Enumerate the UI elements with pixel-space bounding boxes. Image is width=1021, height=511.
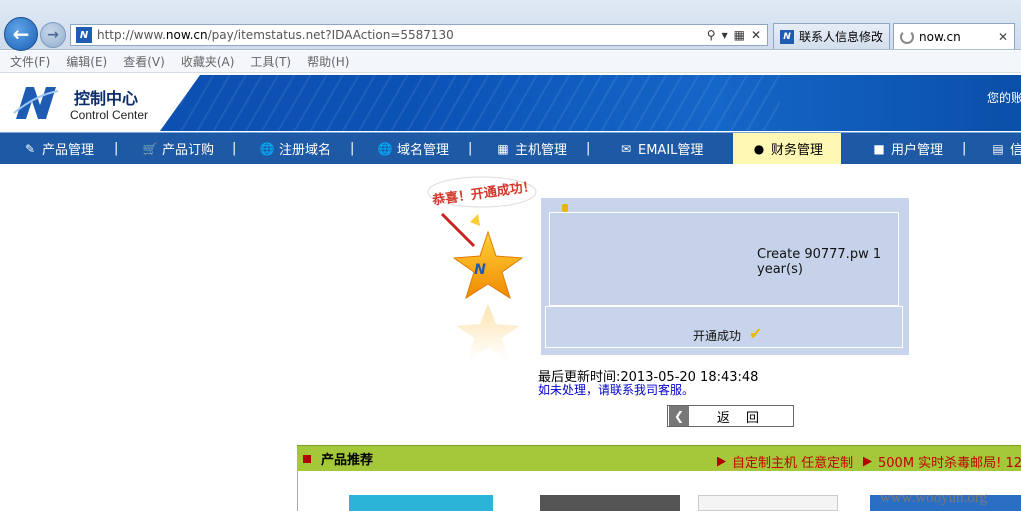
product-thumbnail[interactable] — [540, 495, 680, 511]
menu-view[interactable]: 查看(V) — [123, 53, 165, 70]
tab-label: 联系人信息修改 — [798, 30, 883, 44]
star-mascot-icon: 恭喜！开通成功！ N — [427, 176, 537, 360]
back-arrow-icon: ❮ — [669, 406, 689, 426]
browser-chrome: ← → N http://www.now.cn/pay/itemstatus.n… — [0, 0, 1021, 51]
nav-separator: | — [962, 141, 967, 156]
menu-tools[interactable]: 工具(T) — [250, 53, 291, 70]
nav-host-management[interactable]: ▦ 主机管理 — [495, 133, 567, 164]
nav-finance-management[interactable]: ● 财务管理 — [733, 133, 842, 164]
product-thumbnail[interactable] — [698, 495, 838, 511]
globe-icon: 🌐 — [377, 141, 393, 156]
status-text: 开通成功 — [693, 329, 742, 343]
product-link-mail[interactable]: 500M 实时杀毒邮局! 120元 — [863, 452, 1021, 471]
product-thumbnail[interactable] — [349, 495, 493, 511]
nav-user-management[interactable]: ■ 用户管理 — [871, 133, 943, 164]
checkmark-icon: ✔ — [749, 324, 763, 343]
product-recommend-title: 产品推荐 — [321, 453, 374, 468]
mail-icon: ✉ — [620, 141, 632, 156]
users-icon: ■ — [873, 141, 885, 156]
logo-subtitle: Control Center — [70, 108, 149, 122]
nav-separator: | — [114, 141, 119, 156]
contact-support-link[interactable]: 如未处理，请联系我司客服。 — [538, 381, 694, 398]
forward-button[interactable]: → — [40, 22, 66, 48]
main-nav: ✎ 产品管理 | 🛒 产品订购 | 🌐 注册域名 | 🌐 域名管理 | ▦ 主机管理 | … — [0, 132, 1021, 164]
arrow-right-icon: → — [47, 27, 59, 43]
menu-file[interactable]: 文件(F) — [10, 53, 50, 70]
coins-icon: ● — [753, 141, 765, 156]
bullet-icon — [303, 454, 311, 463]
product-recommend-bar: 产品推荐 自定制主机 任意定制 500M 实时杀毒邮局! 120元 — [297, 445, 1021, 471]
arrow-marker-icon — [717, 456, 726, 467]
menu-edit[interactable]: 编辑(E) — [66, 53, 107, 70]
loading-spinner-icon — [900, 29, 914, 44]
create-message: Create 90777.pw 1 year(s) — [757, 247, 882, 277]
nav-info[interactable]: ▤ 信 — [990, 133, 1021, 164]
nav-product-order[interactable]: 🛒 产品订购 — [142, 133, 215, 164]
nav-register-domain[interactable]: 🌐 注册域名 — [259, 133, 332, 164]
menu-help[interactable]: 帮助(H) — [307, 53, 349, 70]
nav-email-management[interactable]: ✉ EMAIL管理 — [618, 133, 703, 164]
back-button[interactable]: ← — [4, 17, 38, 51]
compat-view-icon[interactable]: ▦ — [734, 28, 745, 42]
nav-separator: | — [468, 141, 473, 156]
globe-icon: 🌐 — [259, 141, 275, 156]
svg-text:N: N — [474, 262, 486, 278]
account-greeting: 您的账 — [987, 91, 1021, 105]
logo[interactable]: 控制中心 Control Center — [0, 75, 200, 131]
logo-title: 控制中心 — [74, 89, 139, 108]
header-decoration — [180, 75, 780, 131]
tab-label: now.cn — [919, 29, 961, 44]
result-panel: Create 90777.pw 1 year(s) 开通成功 ✔ — [541, 198, 909, 355]
address-bar[interactable]: N http://www.now.cn/pay/itemstatus.net?I… — [70, 24, 768, 46]
site-favicon-icon: N — [780, 29, 794, 44]
close-icon[interactable]: ✕ — [998, 30, 1008, 44]
nav-domain-management[interactable]: 🌐 域名管理 — [377, 133, 450, 164]
search-icon[interactable]: ⚲ — [707, 28, 716, 42]
server-icon: ▦ — [497, 141, 509, 156]
nav-separator: | — [350, 141, 355, 156]
menu-bar: 文件(F) 编辑(E) 查看(V) 收藏夹(A) 工具(T) 帮助(H) — [0, 51, 1021, 73]
now-logo-icon — [13, 87, 59, 119]
menu-favorites[interactable]: 收藏夹(A) — [181, 53, 235, 70]
address-url[interactable]: http://www.now.cn/pay/itemstatus.net?IDA… — [97, 28, 707, 42]
nav-separator: | — [232, 141, 237, 156]
site-favicon-icon: N — [76, 27, 92, 43]
arrow-marker-icon — [863, 456, 872, 467]
arrow-left-icon: ← — [12, 22, 30, 46]
product-link-custom-host[interactable]: 自定制主机 任意定制 — [717, 452, 853, 471]
edit-icon: ✎ — [24, 141, 36, 156]
site-header: 控制中心 Control Center 您的账 — [0, 75, 1021, 131]
cart-icon: 🛒 — [142, 141, 158, 156]
tab-contact-info[interactable]: N 联系人信息修改 — [773, 23, 890, 49]
watermark: www.wooyun.org — [880, 490, 988, 506]
return-button[interactable]: ❮ 返 回 — [667, 405, 794, 427]
nav-product-management[interactable]: ✎ 产品管理 — [22, 133, 94, 164]
nav-separator: | — [586, 141, 591, 156]
stop-icon[interactable]: ✕ — [751, 28, 761, 42]
tab-now-cn[interactable]: now.cn ✕ — [893, 23, 1015, 49]
document-icon: ▤ — [992, 141, 1004, 156]
chevron-down-icon[interactable]: ▾ — [722, 28, 728, 42]
